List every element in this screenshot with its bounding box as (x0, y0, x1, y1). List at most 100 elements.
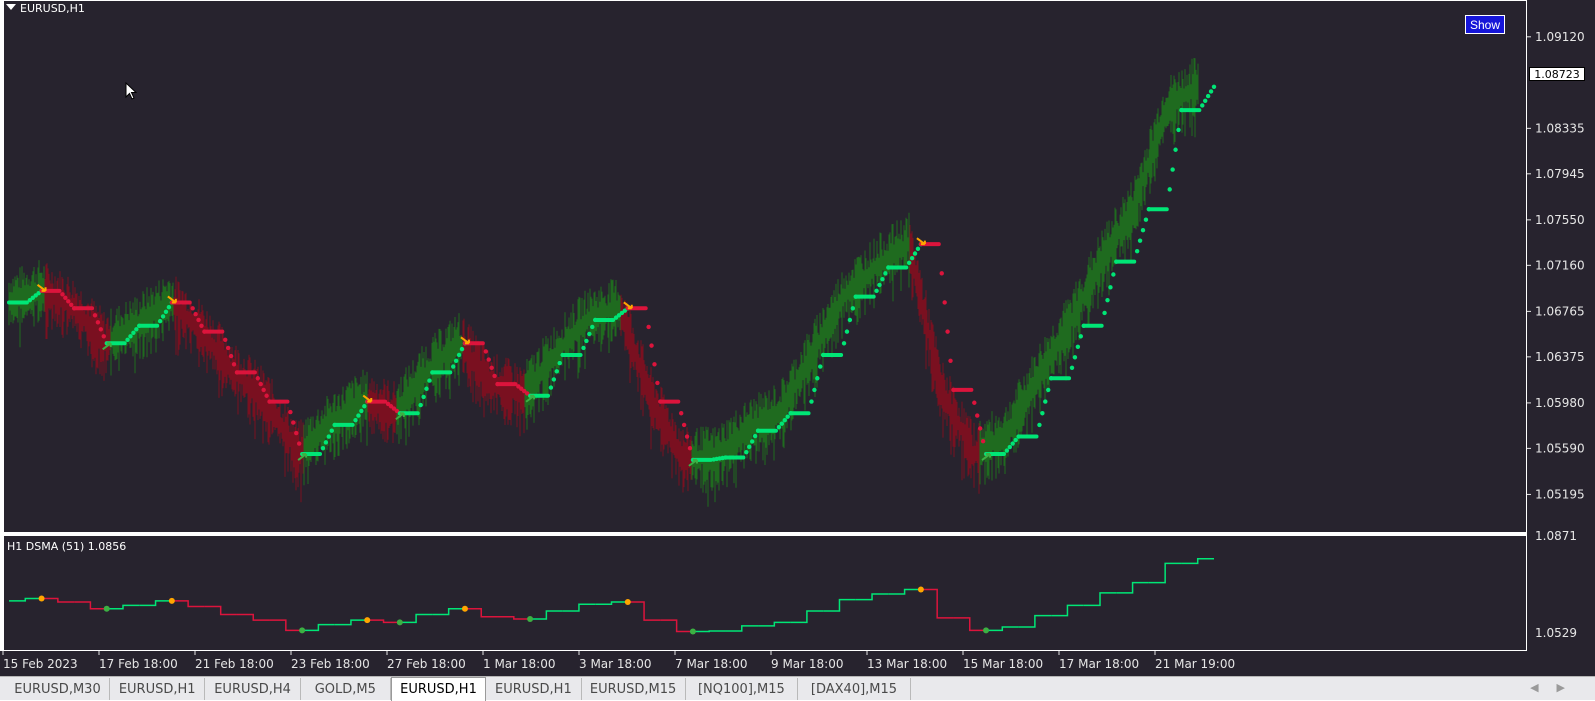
price-axis-label: 1.05980 (1535, 396, 1585, 410)
trend-dot (259, 382, 263, 386)
dsma-line-segment (74, 602, 107, 609)
trend-dot (232, 362, 236, 366)
trend-dot (1212, 85, 1216, 89)
dsma-signal-dot (527, 616, 533, 622)
dsma-signal-dot (299, 627, 305, 633)
trend-dot (688, 446, 692, 450)
trend-dot (297, 441, 301, 445)
trend-dot (96, 320, 100, 324)
dsma-line-segment (42, 599, 75, 602)
dsma-line-segment (172, 601, 205, 607)
chart-tab[interactable]: [NQ100],M15 (686, 678, 799, 700)
price-axis-label: 1.05590 (1535, 441, 1585, 455)
trend-dot (1079, 334, 1083, 338)
trend-dot (948, 359, 952, 363)
trend-dot (555, 369, 559, 373)
trend-dot (815, 376, 819, 380)
show-button[interactable]: Show (1465, 15, 1505, 34)
trend-dot (880, 277, 884, 281)
trend-dot (60, 292, 64, 296)
trend-dot (134, 327, 138, 331)
trend-dot (907, 261, 911, 265)
trend-dot (161, 314, 165, 318)
time-axis-label: 23 Feb 18:00 (291, 657, 370, 671)
trend-dot (744, 450, 748, 454)
trend-dot (427, 378, 431, 382)
chart-menu-icon[interactable] (6, 4, 16, 10)
chart-tab[interactable]: EURUSD,H1 (486, 678, 581, 700)
chart-tab[interactable]: EURUSD,M30 (6, 678, 110, 700)
price-bars (9, 58, 1198, 507)
chart-tab[interactable]: EURUSD,H1 (391, 677, 486, 701)
trend-dot (199, 324, 203, 328)
trend-dot (1105, 298, 1109, 302)
price-axis-label: 1.08335 (1535, 121, 1585, 135)
trend-dot (812, 388, 816, 392)
dsma-line-segment (1084, 593, 1117, 606)
trend-dot (818, 364, 822, 368)
trend-dot (1070, 366, 1074, 370)
trend-dot (1200, 103, 1204, 107)
trend-dot (753, 434, 757, 438)
chart-tab[interactable]: [DAX40],M15 (798, 678, 911, 700)
price-axis[interactable]: 1.091201.083351.079451.075501.071601.067… (1527, 0, 1595, 651)
dsma-line-segment (660, 620, 693, 631)
tab-scroll-arrows-icon[interactable]: ◀▶ (1530, 681, 1583, 694)
time-axis-label: 15 Feb 2023 (3, 657, 78, 671)
trend-dot (1108, 285, 1112, 289)
trend-dot (975, 413, 979, 417)
chart-tab[interactable]: EURUSD,H1 (110, 678, 205, 700)
trend-dot (196, 318, 200, 322)
trend-dot (874, 289, 878, 293)
price-axis-label: 1.06765 (1535, 304, 1585, 318)
indicator-pane[interactable] (3, 535, 1527, 651)
trend-dot (842, 341, 846, 345)
time-axis[interactable]: 15 Feb 202317 Feb 18:0021 Feb 18:0023 Fe… (0, 651, 1595, 676)
chart-title: EURUSD,H1 (20, 2, 85, 15)
dsma-line-segment (953, 618, 986, 631)
trend-dot (916, 247, 920, 251)
trend-dot (1102, 311, 1106, 315)
chart-tab[interactable]: GOLD,M5 (301, 678, 391, 700)
trend-dot (1005, 448, 1009, 452)
trend-dot (93, 313, 97, 317)
trend-dot (492, 374, 496, 378)
trend-dot (321, 446, 325, 450)
trend-dot (99, 327, 103, 331)
dsma-line-segment (432, 609, 465, 615)
trend-dot (972, 401, 976, 405)
trend-dot (69, 303, 73, 307)
dsma-line-segment (204, 607, 237, 615)
trend-dot (454, 359, 458, 363)
main-chart-pane[interactable] (3, 0, 1527, 533)
trend-dot (581, 346, 585, 350)
trend-dot (131, 331, 135, 335)
trend-dot (679, 411, 683, 415)
chart-tab[interactable]: EURUSD,M15 (582, 678, 686, 700)
indicator-title: H1 DSMA (51) 1.0856 (7, 540, 126, 553)
dsma-line-segment (1116, 583, 1149, 593)
chart-tab[interactable]: EURUSD,H4 (205, 678, 300, 700)
time-axis-labels: 15 Feb 202317 Feb 18:0021 Feb 18:0023 Fe… (0, 651, 1595, 676)
dsma-signal-dot (364, 617, 370, 623)
trend-dot (851, 306, 855, 310)
trend-dot (1170, 167, 1174, 171)
dsma-signal-dot (104, 606, 110, 612)
trend-dot (356, 413, 360, 417)
trend-dot (940, 271, 944, 275)
trend-dot (1206, 94, 1210, 98)
trend-dot (1144, 217, 1148, 221)
dsma-line-segment (921, 589, 954, 617)
dsma-line-segment (302, 625, 335, 631)
trend-dot (330, 429, 334, 433)
dsma-signal-dot (625, 599, 631, 605)
dsma-line-segment (139, 601, 172, 606)
trend-dot (747, 445, 751, 449)
time-axis-label: 13 Mar 18:00 (867, 657, 947, 671)
chart-tab-bar: ◀▶ EURUSD,M30EURUSD,H1EURUSD,H4GOLD,M5EU… (0, 676, 1595, 700)
trend-dot (264, 394, 268, 398)
trend-dot (1176, 128, 1180, 132)
dsma-signal-dot (690, 629, 696, 635)
trend-dot (590, 325, 594, 329)
time-axis-label: 17 Feb 18:00 (99, 657, 178, 671)
